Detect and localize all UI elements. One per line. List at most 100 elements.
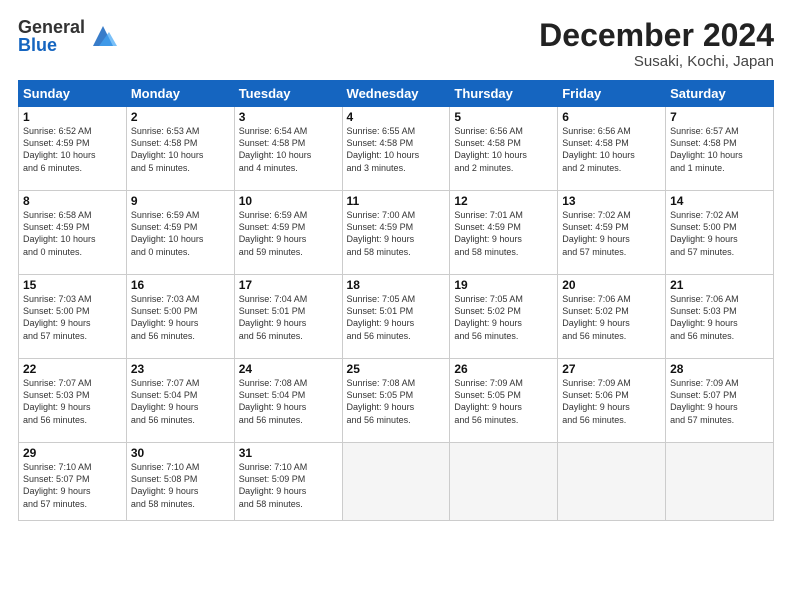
- day-cell: 22Sunrise: 7:07 AM Sunset: 5:03 PM Dayli…: [19, 359, 127, 443]
- day-number: 17: [239, 278, 338, 292]
- day-cell: 9Sunrise: 6:59 AM Sunset: 4:59 PM Daylig…: [126, 191, 234, 275]
- day-info: Sunrise: 6:55 AM Sunset: 4:58 PM Dayligh…: [347, 125, 446, 174]
- day-cell: 25Sunrise: 7:08 AM Sunset: 5:05 PM Dayli…: [342, 359, 450, 443]
- day-info: Sunrise: 6:54 AM Sunset: 4:58 PM Dayligh…: [239, 125, 338, 174]
- day-number: 23: [131, 362, 230, 376]
- day-info: Sunrise: 6:58 AM Sunset: 4:59 PM Dayligh…: [23, 209, 122, 258]
- header: General Blue December 2024 Susaki, Kochi…: [18, 18, 774, 70]
- week-row-3: 15Sunrise: 7:03 AM Sunset: 5:00 PM Dayli…: [19, 275, 774, 359]
- day-info: Sunrise: 7:02 AM Sunset: 4:59 PM Dayligh…: [562, 209, 661, 258]
- week-row-5: 29Sunrise: 7:10 AM Sunset: 5:07 PM Dayli…: [19, 443, 774, 521]
- day-cell: 2Sunrise: 6:53 AM Sunset: 4:58 PM Daylig…: [126, 107, 234, 191]
- day-number: 10: [239, 194, 338, 208]
- day-cell: 11Sunrise: 7:00 AM Sunset: 4:59 PM Dayli…: [342, 191, 450, 275]
- logo-blue: Blue: [18, 36, 85, 54]
- day-info: Sunrise: 7:10 AM Sunset: 5:07 PM Dayligh…: [23, 461, 122, 510]
- day-cell: 27Sunrise: 7:09 AM Sunset: 5:06 PM Dayli…: [558, 359, 666, 443]
- page: General Blue December 2024 Susaki, Kochi…: [0, 0, 792, 612]
- day-number: 26: [454, 362, 553, 376]
- day-cell: 28Sunrise: 7:09 AM Sunset: 5:07 PM Dayli…: [666, 359, 774, 443]
- day-number: 12: [454, 194, 553, 208]
- day-number: 22: [23, 362, 122, 376]
- day-info: Sunrise: 7:04 AM Sunset: 5:01 PM Dayligh…: [239, 293, 338, 342]
- day-cell: 10Sunrise: 6:59 AM Sunset: 4:59 PM Dayli…: [234, 191, 342, 275]
- day-info: Sunrise: 6:53 AM Sunset: 4:58 PM Dayligh…: [131, 125, 230, 174]
- day-cell: [450, 443, 558, 521]
- day-number: 28: [670, 362, 769, 376]
- day-cell: 4Sunrise: 6:55 AM Sunset: 4:58 PM Daylig…: [342, 107, 450, 191]
- day-number: 16: [131, 278, 230, 292]
- day-cell: 13Sunrise: 7:02 AM Sunset: 4:59 PM Dayli…: [558, 191, 666, 275]
- day-cell: 12Sunrise: 7:01 AM Sunset: 4:59 PM Dayli…: [450, 191, 558, 275]
- day-info: Sunrise: 7:08 AM Sunset: 5:04 PM Dayligh…: [239, 377, 338, 426]
- logo-general: General: [18, 18, 85, 36]
- day-number: 29: [23, 446, 122, 460]
- day-info: Sunrise: 7:05 AM Sunset: 5:02 PM Dayligh…: [454, 293, 553, 342]
- day-info: Sunrise: 7:00 AM Sunset: 4:59 PM Dayligh…: [347, 209, 446, 258]
- day-cell: 1Sunrise: 6:52 AM Sunset: 4:59 PM Daylig…: [19, 107, 127, 191]
- calendar-header: Sunday Monday Tuesday Wednesday Thursday…: [19, 81, 774, 107]
- logo-icon: [89, 22, 117, 50]
- header-row: Sunday Monday Tuesday Wednesday Thursday…: [19, 81, 774, 107]
- day-cell: 20Sunrise: 7:06 AM Sunset: 5:02 PM Dayli…: [558, 275, 666, 359]
- day-number: 31: [239, 446, 338, 460]
- week-row-2: 8Sunrise: 6:58 AM Sunset: 4:59 PM Daylig…: [19, 191, 774, 275]
- day-info: Sunrise: 7:05 AM Sunset: 5:01 PM Dayligh…: [347, 293, 446, 342]
- day-number: 30: [131, 446, 230, 460]
- month-title: December 2024: [539, 18, 774, 53]
- day-info: Sunrise: 7:07 AM Sunset: 5:04 PM Dayligh…: [131, 377, 230, 426]
- day-info: Sunrise: 7:03 AM Sunset: 5:00 PM Dayligh…: [23, 293, 122, 342]
- day-number: 13: [562, 194, 661, 208]
- week-row-4: 22Sunrise: 7:07 AM Sunset: 5:03 PM Dayli…: [19, 359, 774, 443]
- day-cell: 24Sunrise: 7:08 AM Sunset: 5:04 PM Dayli…: [234, 359, 342, 443]
- day-cell: 31Sunrise: 7:10 AM Sunset: 5:09 PM Dayli…: [234, 443, 342, 521]
- day-info: Sunrise: 7:09 AM Sunset: 5:05 PM Dayligh…: [454, 377, 553, 426]
- calendar-body: 1Sunrise: 6:52 AM Sunset: 4:59 PM Daylig…: [19, 107, 774, 521]
- day-cell: 23Sunrise: 7:07 AM Sunset: 5:04 PM Dayli…: [126, 359, 234, 443]
- day-info: Sunrise: 7:09 AM Sunset: 5:07 PM Dayligh…: [670, 377, 769, 426]
- day-info: Sunrise: 7:10 AM Sunset: 5:09 PM Dayligh…: [239, 461, 338, 510]
- col-saturday: Saturday: [666, 81, 774, 107]
- day-cell: 26Sunrise: 7:09 AM Sunset: 5:05 PM Dayli…: [450, 359, 558, 443]
- day-number: 27: [562, 362, 661, 376]
- day-cell: [558, 443, 666, 521]
- day-number: 25: [347, 362, 446, 376]
- day-cell: 17Sunrise: 7:04 AM Sunset: 5:01 PM Dayli…: [234, 275, 342, 359]
- day-number: 18: [347, 278, 446, 292]
- day-cell: [342, 443, 450, 521]
- day-number: 19: [454, 278, 553, 292]
- day-cell: 15Sunrise: 7:03 AM Sunset: 5:00 PM Dayli…: [19, 275, 127, 359]
- day-info: Sunrise: 6:57 AM Sunset: 4:58 PM Dayligh…: [670, 125, 769, 174]
- col-friday: Friday: [558, 81, 666, 107]
- calendar-table: Sunday Monday Tuesday Wednesday Thursday…: [18, 80, 774, 521]
- col-monday: Monday: [126, 81, 234, 107]
- day-number: 14: [670, 194, 769, 208]
- col-thursday: Thursday: [450, 81, 558, 107]
- title-block: December 2024 Susaki, Kochi, Japan: [539, 18, 774, 70]
- day-cell: 21Sunrise: 7:06 AM Sunset: 5:03 PM Dayli…: [666, 275, 774, 359]
- day-info: Sunrise: 7:06 AM Sunset: 5:03 PM Dayligh…: [670, 293, 769, 342]
- col-tuesday: Tuesday: [234, 81, 342, 107]
- day-number: 3: [239, 110, 338, 124]
- day-number: 15: [23, 278, 122, 292]
- day-cell: 3Sunrise: 6:54 AM Sunset: 4:58 PM Daylig…: [234, 107, 342, 191]
- day-number: 24: [239, 362, 338, 376]
- day-number: 7: [670, 110, 769, 124]
- day-cell: 16Sunrise: 7:03 AM Sunset: 5:00 PM Dayli…: [126, 275, 234, 359]
- day-info: Sunrise: 7:06 AM Sunset: 5:02 PM Dayligh…: [562, 293, 661, 342]
- day-number: 4: [347, 110, 446, 124]
- subtitle: Susaki, Kochi, Japan: [539, 53, 774, 70]
- day-number: 2: [131, 110, 230, 124]
- day-number: 1: [23, 110, 122, 124]
- day-info: Sunrise: 6:56 AM Sunset: 4:58 PM Dayligh…: [562, 125, 661, 174]
- day-cell: 7Sunrise: 6:57 AM Sunset: 4:58 PM Daylig…: [666, 107, 774, 191]
- day-number: 21: [670, 278, 769, 292]
- col-wednesday: Wednesday: [342, 81, 450, 107]
- day-number: 5: [454, 110, 553, 124]
- day-info: Sunrise: 7:03 AM Sunset: 5:00 PM Dayligh…: [131, 293, 230, 342]
- day-cell: 14Sunrise: 7:02 AM Sunset: 5:00 PM Dayli…: [666, 191, 774, 275]
- day-cell: 29Sunrise: 7:10 AM Sunset: 5:07 PM Dayli…: [19, 443, 127, 521]
- day-number: 6: [562, 110, 661, 124]
- day-info: Sunrise: 7:02 AM Sunset: 5:00 PM Dayligh…: [670, 209, 769, 258]
- day-cell: 5Sunrise: 6:56 AM Sunset: 4:58 PM Daylig…: [450, 107, 558, 191]
